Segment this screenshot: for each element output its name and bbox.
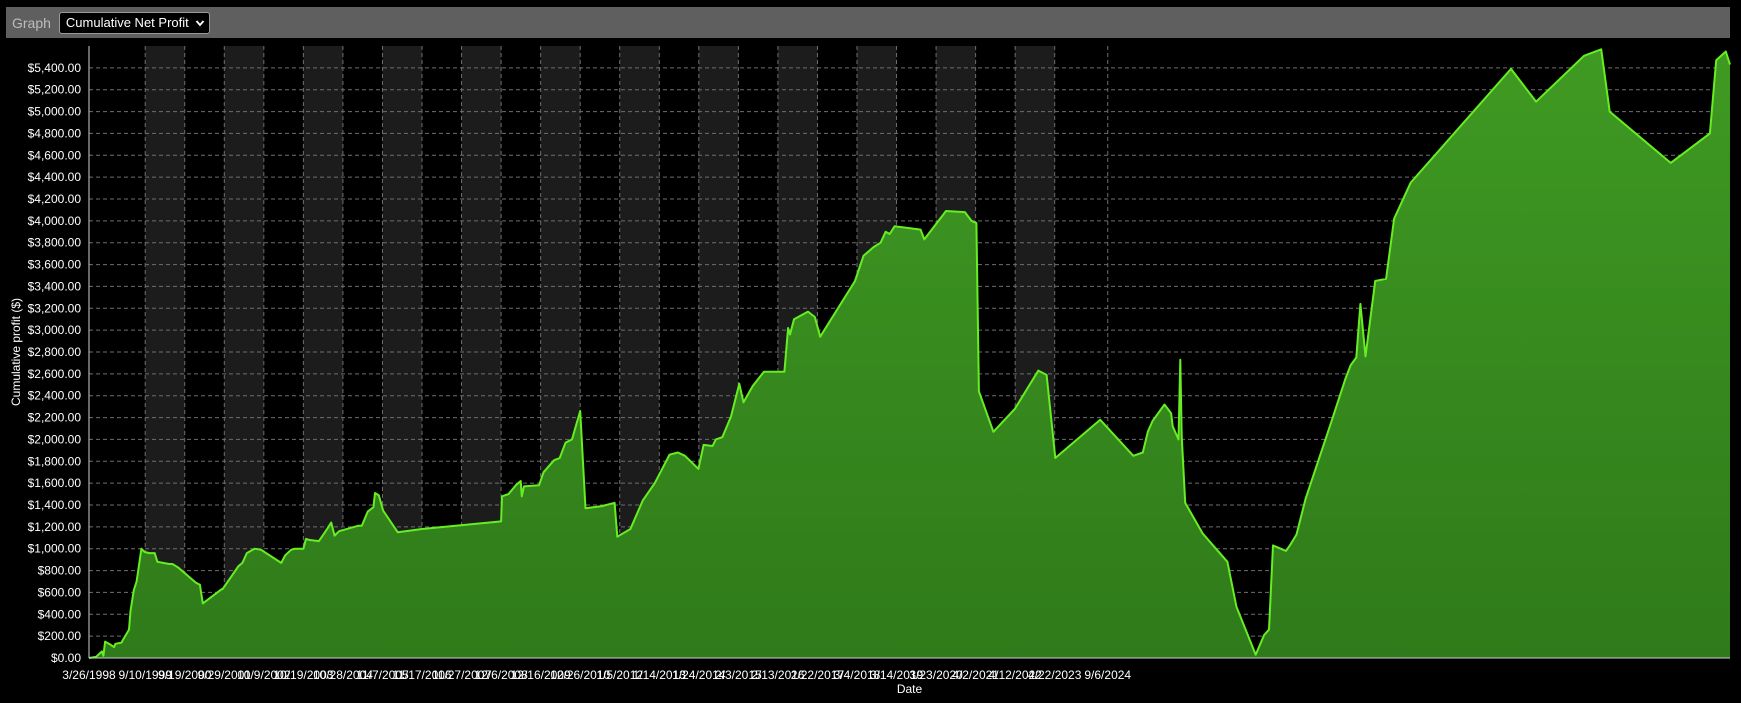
y-tick-label: $1,200.00 <box>28 520 82 534</box>
y-tick-label: $1,000.00 <box>28 542 82 556</box>
y-tick-label: $3,000.00 <box>28 323 82 337</box>
y-tick-label: $3,200.00 <box>28 301 82 315</box>
y-tick-label: $2,800.00 <box>28 345 82 359</box>
y-tick-label: $2,400.00 <box>28 389 82 403</box>
y-tick-label: $4,600.00 <box>28 148 82 162</box>
x-tick-label: 4/22/2023 <box>1028 668 1082 682</box>
y-tick-label: $0.00 <box>51 651 81 665</box>
y-tick-label: $600.00 <box>38 585 82 599</box>
y-tick-label: $4,200.00 <box>28 192 82 206</box>
y-tick-label: $5,000.00 <box>28 105 82 119</box>
x-tick-label: 9/6/2024 <box>1084 668 1131 682</box>
y-tick-label: $1,800.00 <box>28 454 82 468</box>
y-tick-label: $2,600.00 <box>28 367 82 381</box>
y-tick-label: $5,200.00 <box>28 83 82 97</box>
x-axis-title: Date <box>897 682 923 696</box>
y-tick-label: $4,800.00 <box>28 126 82 140</box>
y-tick-label: $3,800.00 <box>28 236 82 250</box>
y-tick-label: $400.00 <box>38 607 82 621</box>
y-tick-label: $2,200.00 <box>28 411 82 425</box>
y-tick-label: $4,400.00 <box>28 170 82 184</box>
y-tick-label: $5,400.00 <box>28 61 82 75</box>
y-tick-label: $2,000.00 <box>28 432 82 446</box>
y-axis-title: Cumulative profit ($) <box>9 298 23 406</box>
y-tick-label: $3,600.00 <box>28 258 82 272</box>
y-tick-label: $3,400.00 <box>28 279 82 293</box>
y-tick-label: $200.00 <box>38 629 82 643</box>
x-tick-label: 3/26/1998 <box>62 668 116 682</box>
y-tick-label: $1,400.00 <box>28 498 82 512</box>
y-tick-label: $1,600.00 <box>28 476 82 490</box>
y-tick-label: $800.00 <box>38 564 82 578</box>
y-tick-label: $4,000.00 <box>28 214 82 228</box>
cumulative-profit-chart: 3/26/1998 9/10/19999/19/20009/29/200110/9… <box>9 46 1731 696</box>
